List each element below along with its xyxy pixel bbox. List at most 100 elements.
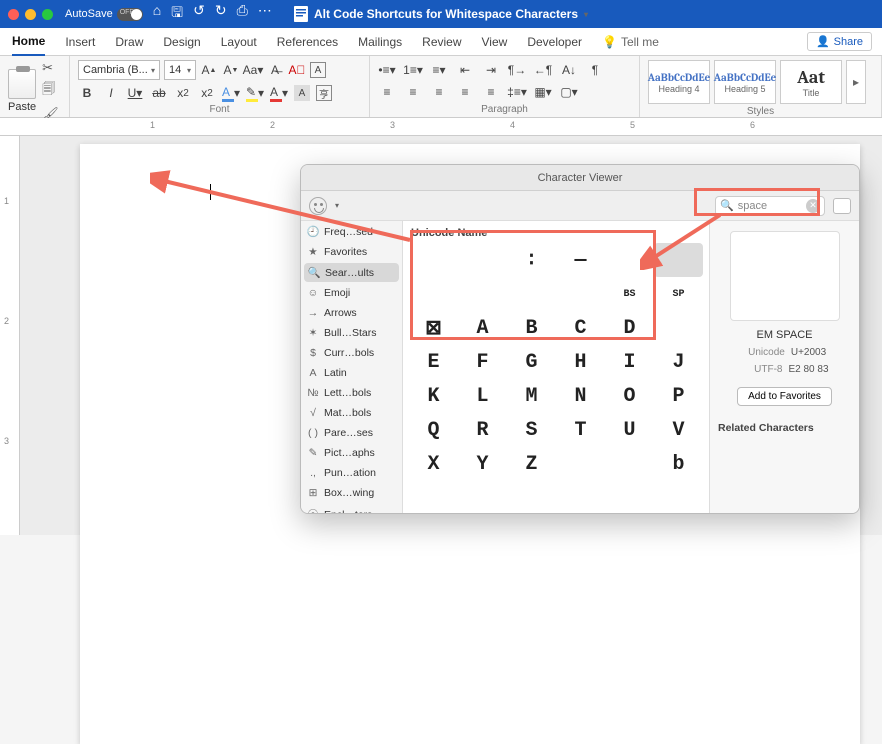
char-cell[interactable]: I: [605, 345, 654, 379]
vertical-ruler[interactable]: 1 2 3: [0, 136, 20, 535]
char-cell[interactable]: ⊠: [409, 311, 458, 345]
save-icon[interactable]: 🖫: [171, 2, 183, 26]
undo-icon[interactable]: ↺: [193, 2, 205, 26]
bullets-icon[interactable]: •≡▾: [378, 61, 396, 79]
tab-references[interactable]: References: [277, 29, 338, 55]
char-cell[interactable]: ∶: [507, 243, 556, 277]
tab-insert[interactable]: Insert: [65, 29, 95, 55]
decrease-indent-icon[interactable]: ⇤: [456, 61, 474, 79]
line-spacing-icon[interactable]: ‡≡▾: [508, 83, 526, 101]
char-cell[interactable]: L: [458, 379, 507, 413]
cut-icon[interactable]: ✂: [42, 60, 59, 76]
category-currbols[interactable]: $Curr…bols: [301, 343, 402, 363]
bold-button[interactable]: B: [78, 84, 96, 102]
style-heading5[interactable]: AaBbCcDdEe Heading 5: [714, 60, 776, 104]
char-cell[interactable]: E: [409, 345, 458, 379]
char-cell[interactable]: B: [507, 311, 556, 345]
category-pictaphs[interactable]: ✎Pict…aphs: [301, 443, 402, 463]
char-cell[interactable]: F: [458, 345, 507, 379]
char-cell[interactable]: R: [458, 413, 507, 447]
char-cell[interactable]: b: [654, 447, 703, 481]
align-center-icon[interactable]: ≡: [404, 83, 422, 101]
show-marks-icon[interactable]: ¶: [586, 61, 604, 79]
subscript-button[interactable]: x2: [174, 84, 192, 102]
distributed-icon[interactable]: ≡: [482, 83, 500, 101]
font-size-select[interactable]: 14▾: [164, 60, 196, 80]
category-matbols[interactable]: √Mat…bols: [301, 403, 402, 423]
share-button[interactable]: 👤 Share: [807, 32, 872, 51]
multilevel-icon[interactable]: ≡▾: [430, 61, 448, 79]
toggle-switch[interactable]: OFF: [117, 8, 143, 21]
char-cell[interactable]: N: [556, 379, 605, 413]
superscript-button[interactable]: x2: [198, 84, 216, 102]
underline-button[interactable]: U▾: [126, 84, 144, 102]
char-cell[interactable]: [409, 243, 458, 277]
tab-view[interactable]: View: [482, 29, 508, 55]
char-cell[interactable]: A: [458, 311, 507, 345]
sort-icon[interactable]: A↓: [560, 61, 578, 79]
charviewer-search-input[interactable]: 🔍 space ✕: [715, 196, 825, 216]
char-cell[interactable]: Z: [507, 447, 556, 481]
char-cell[interactable]: H: [556, 345, 605, 379]
char-cell[interactable]: —: [556, 243, 605, 277]
home-icon[interactable]: ⌂: [153, 2, 161, 26]
char-cell[interactable]: [556, 447, 605, 481]
char-cell[interactable]: [458, 277, 507, 311]
char-cell[interactable]: V: [654, 413, 703, 447]
chevron-down-icon[interactable]: ▾: [335, 201, 339, 210]
grow-font-icon[interactable]: A▲: [200, 61, 218, 79]
char-cell[interactable]: [654, 311, 703, 345]
category-bullstars[interactable]: ✶Bull…Stars: [301, 323, 402, 343]
align-left-icon[interactable]: ≡: [378, 83, 396, 101]
char-cell[interactable]: O: [605, 379, 654, 413]
char-cell[interactable]: [605, 447, 654, 481]
redo-icon[interactable]: ↻: [215, 2, 227, 26]
tab-review[interactable]: Review: [422, 29, 461, 55]
more-icon[interactable]: ⋯: [258, 2, 272, 26]
copy-icon[interactable]: 🗐: [42, 80, 59, 102]
char-cell[interactable]: K: [409, 379, 458, 413]
justify-icon[interactable]: ≡: [456, 83, 474, 101]
shrink-font-icon[interactable]: A▼: [222, 61, 240, 79]
tell-me-search[interactable]: 💡 Tell me: [602, 35, 659, 49]
font-name-select[interactable]: Cambria (B...▾: [78, 60, 160, 80]
collapse-view-icon[interactable]: [833, 198, 851, 214]
char-cell[interactable]: S: [507, 413, 556, 447]
numbering-icon[interactable]: 1≡▾: [404, 61, 422, 79]
style-title[interactable]: Aat Title: [780, 60, 842, 104]
strikethrough-button[interactable]: ab: [150, 84, 168, 102]
char-cell[interactable]: T: [556, 413, 605, 447]
enclose-char-icon[interactable]: 亨: [316, 85, 332, 101]
change-case-icon[interactable]: Aa▾: [244, 61, 262, 79]
category-arrows[interactable]: →Arrows: [301, 303, 402, 323]
rtl-icon[interactable]: ←¶: [534, 61, 552, 79]
shading-icon[interactable]: ▦▾: [534, 83, 552, 101]
char-cell[interactable]: C: [556, 311, 605, 345]
category-searults[interactable]: 🔍Sear…ults: [304, 263, 399, 282]
char-cell[interactable]: D: [605, 311, 654, 345]
char-cell[interactable]: [654, 243, 703, 277]
zoom-window-button[interactable]: [42, 9, 53, 20]
tab-layout[interactable]: Layout: [221, 29, 257, 55]
char-border-icon[interactable]: A: [310, 62, 326, 78]
styles-pane-button[interactable]: ▸: [846, 60, 866, 104]
style-heading4[interactable]: AaBbCcDdEe Heading 4: [648, 60, 710, 104]
char-cell[interactable]: [409, 277, 458, 311]
tab-home[interactable]: Home: [12, 28, 45, 56]
emoji-picker-icon[interactable]: [309, 197, 327, 215]
clear-format-icon[interactable]: A̶: [266, 61, 284, 79]
category-favorites[interactable]: ★Favorites: [301, 242, 402, 262]
char-cell[interactable]: Q: [409, 413, 458, 447]
tab-design[interactable]: Design: [163, 29, 200, 55]
highlight-color-icon[interactable]: ✎▾: [246, 84, 264, 102]
char-cell[interactable]: P: [654, 379, 703, 413]
tab-draw[interactable]: Draw: [115, 29, 143, 55]
char-cell[interactable]: BS: [605, 277, 654, 311]
tab-developer[interactable]: Developer: [527, 29, 582, 55]
align-right-icon[interactable]: ≡: [430, 83, 448, 101]
category-freqsed[interactable]: 🕘Freq…sed: [301, 221, 402, 242]
category-lettbols[interactable]: №Lett…bols: [301, 383, 402, 403]
char-shading-icon[interactable]: A: [294, 85, 310, 101]
borders-icon[interactable]: ▢▾: [560, 83, 578, 101]
category-latin[interactable]: ALatin: [301, 363, 402, 383]
